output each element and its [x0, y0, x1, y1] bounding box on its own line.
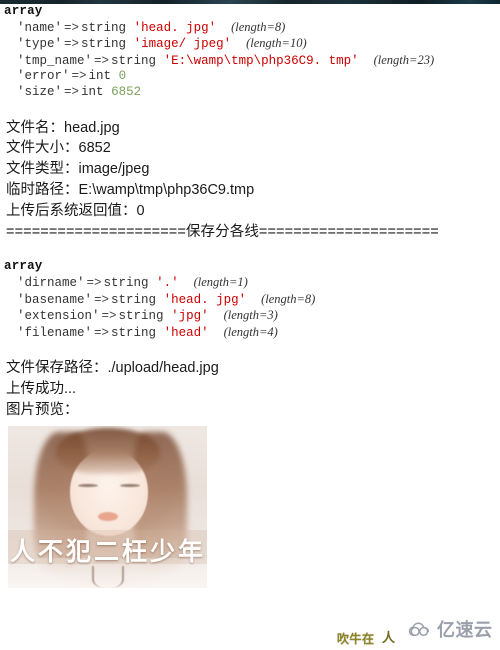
- array-keyword: array: [4, 259, 43, 274]
- dump-row: 'type' => string 'image/ jpeg' (length=10): [4, 36, 500, 53]
- dump-key: 'type': [17, 37, 63, 52]
- info-file-size: 文件大小：6852: [6, 140, 111, 157]
- dump-value: '.': [156, 275, 179, 290]
- dump-type: string: [81, 37, 127, 52]
- dump-value: 'head': [163, 325, 209, 340]
- dump-type: int: [88, 69, 112, 84]
- dump-row: 'error' => int 0: [4, 69, 500, 85]
- dump-value: 6852: [111, 84, 142, 99]
- file-info-block: 文件名：head.jpg 文件大小：6852 文件类型：image/jpeg 临…: [0, 118, 500, 222]
- dump-length: (length=3): [223, 308, 278, 323]
- dump-key: 'filename': [17, 325, 93, 340]
- dump-row: 'extension' => string 'jpg' (length=3): [4, 308, 500, 325]
- var-dump-files: array 'name' => string 'head. jpg' (length…: [0, 4, 500, 101]
- dump-arrow: =>: [94, 53, 110, 68]
- var-dump-pathinfo: array 'dirname' => string '.' (length=1) '…: [0, 259, 500, 341]
- collar: [92, 565, 124, 588]
- dump-arrow: =>: [101, 309, 117, 324]
- dump-type: string: [111, 292, 157, 307]
- dump-row: 'name' => string 'head. jpg' (length=8): [4, 20, 500, 37]
- dump-key: 'tmp_name': [17, 53, 93, 68]
- badge-person-glyph: 人: [382, 630, 396, 645]
- dump-length: (length=1): [193, 274, 248, 289]
- eye-right: [120, 483, 140, 487]
- preview-photo: 人不犯二枉少年: [8, 425, 207, 588]
- site-watermark: 亿速云: [407, 620, 493, 640]
- site-watermark-text: 亿速云: [437, 620, 493, 640]
- dump-type: int: [81, 84, 104, 99]
- dump-value: 0: [118, 69, 127, 84]
- dump-key: 'extension': [17, 309, 100, 324]
- cloud-icon: [407, 622, 433, 638]
- dump-row: 'basename' => string 'head. jpg' (length=8…: [4, 292, 500, 309]
- dump-value: 'E:\wamp\tmp\php36C9. tmp': [163, 53, 359, 68]
- result-preview-label: 图片预览：: [6, 401, 79, 418]
- section-separator: =====================保存分各线==============…: [6, 223, 439, 240]
- dump-arrow: =>: [64, 20, 80, 35]
- dump-type: string: [118, 309, 164, 324]
- dump-type: string: [111, 325, 157, 340]
- dump-arrow: =>: [64, 37, 80, 52]
- dump-length: (length=23): [373, 52, 435, 67]
- dump-length: (length=8): [261, 291, 316, 306]
- eye-left: [78, 483, 98, 487]
- dump-row: 'size' => int 6852: [4, 85, 500, 101]
- dump-key: 'basename': [17, 292, 93, 307]
- dump-arrow: =>: [94, 292, 110, 307]
- dump-length: (length=10): [246, 36, 307, 51]
- info-file-name: 文件名：head.jpg: [6, 119, 120, 136]
- dump-value: 'head. jpg': [133, 20, 217, 35]
- dump-type: string: [81, 20, 127, 35]
- bangs: [56, 427, 160, 474]
- dump-value: 'image/ jpeg': [133, 37, 232, 52]
- array-keyword: array: [4, 4, 43, 18]
- dump-row: 'tmp_name' => string 'E:\wamp\tmp\php36C9.…: [4, 53, 500, 70]
- result-upload-status: 上传成功...: [6, 381, 77, 398]
- badge-watermark: 吹牛在: [337, 630, 385, 650]
- dump-arrow: =>: [64, 84, 80, 99]
- dump-length: (length=8): [231, 19, 286, 34]
- browser-page: array 'name' => string 'head. jpg' (length…: [0, 0, 500, 650]
- photo-caption: 人不犯二枉少年: [10, 537, 207, 566]
- dump-arrow: =>: [86, 275, 102, 290]
- dump-key: 'dirname': [17, 275, 85, 290]
- dump-key: 'error': [17, 69, 70, 84]
- dump-row: 'dirname' => string '.' (length=1): [4, 275, 500, 292]
- dump-type: string: [111, 53, 157, 68]
- info-upload-return: 上传后系统返回值：0: [6, 202, 145, 219]
- info-tmp-path: 临时路径：E:\wamp\tmp\php36C9.tmp: [6, 181, 255, 198]
- dump-key: 'name': [17, 20, 63, 35]
- dump-arrow: =>: [71, 69, 87, 84]
- dump-type: string: [103, 275, 149, 290]
- dump-key: 'size': [17, 84, 63, 99]
- dump-row: 'filename' => string 'head' (length=4): [4, 325, 500, 342]
- badge-watermark-text: 吹牛在: [337, 632, 375, 646]
- dump-length: (length=4): [223, 324, 278, 339]
- dump-value: 'jpg': [171, 309, 209, 324]
- lips: [98, 511, 118, 521]
- upload-result-block: 文件保存路径：./upload/head.jpg 上传成功... 图片预览：: [0, 358, 500, 420]
- dump-arrow: =>: [94, 325, 110, 340]
- result-save-path: 文件保存路径：./upload/head.jpg: [6, 360, 219, 377]
- image-preview: 人不犯二枉少年: [8, 425, 207, 588]
- info-file-type: 文件类型：image/jpeg: [6, 161, 150, 178]
- page-content: array 'name' => string 'head. jpg' (length…: [0, 4, 500, 588]
- dump-value: 'head. jpg': [163, 292, 247, 307]
